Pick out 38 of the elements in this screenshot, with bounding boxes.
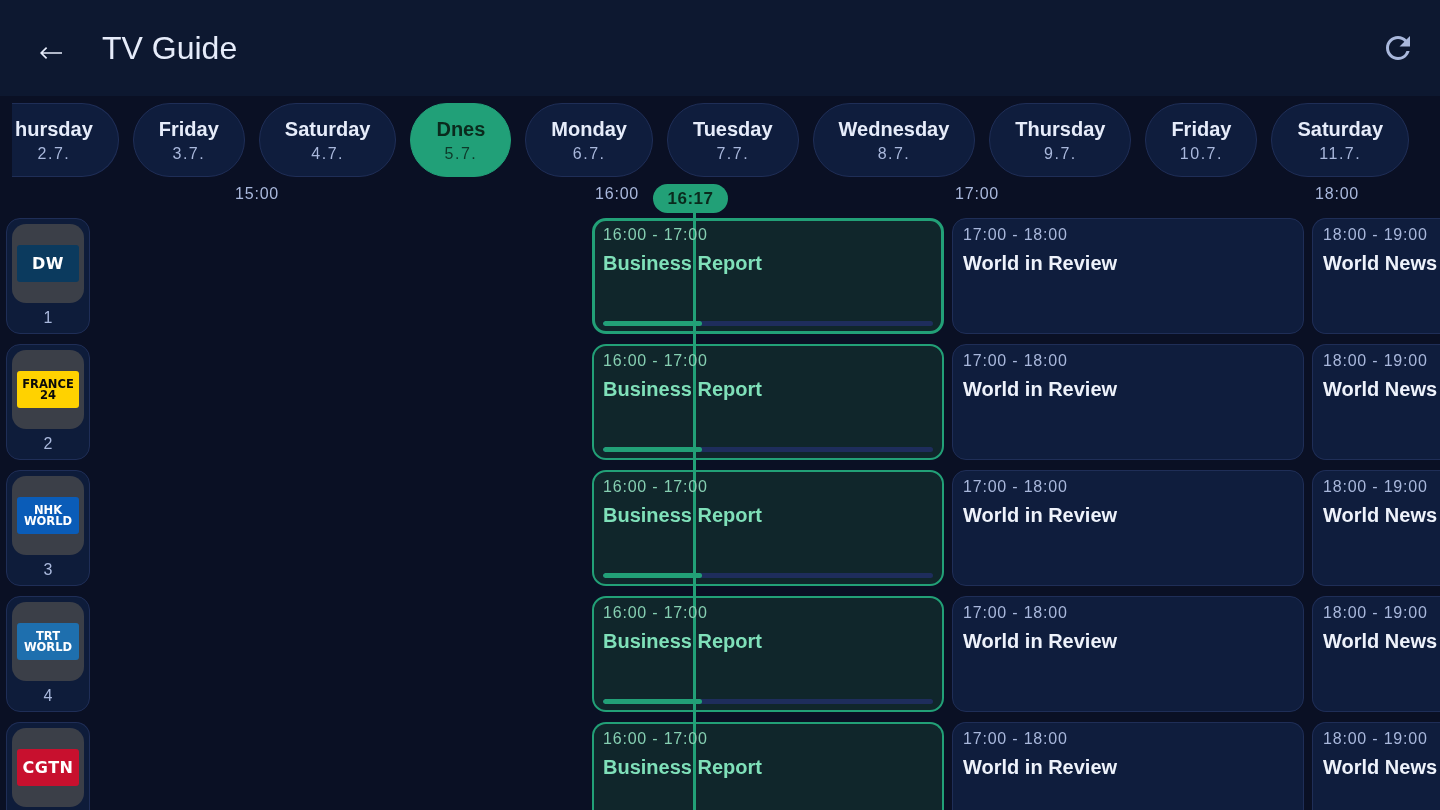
program-card[interactable]: 17:00 - 18:00 World in Review [952, 722, 1304, 810]
day-tab[interactable]: Friday 3.7. [132, 103, 245, 177]
channel-logo: DW [17, 245, 79, 282]
current-time-marker: 16:17 [653, 184, 728, 213]
day-tab[interactable]: Tuesday 7.7. [666, 103, 799, 177]
channel-logo: NHK WORLD [17, 497, 79, 534]
time-label: 17:00 [955, 184, 1000, 204]
time-label: 16:00 [595, 184, 640, 204]
program-card[interactable]: 17:00 - 18:00 World in Review [952, 596, 1304, 712]
program-card[interactable]: 18:00 - 19:00 World News [1312, 722, 1440, 810]
day-tab[interactable]: Wednesday 8.7. [812, 103, 976, 177]
day-tab[interactable]: Dnes 5.7. [410, 103, 512, 177]
page-title: TV Guide [102, 29, 239, 68]
day-tab[interactable]: Friday 10.7. [1145, 103, 1258, 177]
day-tab[interactable]: Thursday 9.7. [989, 103, 1132, 177]
program-card[interactable]: 17:00 - 18:00 World in Review [952, 344, 1304, 460]
program-card[interactable]: 18:00 - 19:00 World News [1312, 470, 1440, 586]
channel-logo: CGTN [17, 749, 79, 786]
program-card[interactable]: 18:00 - 19:00 World News [1312, 344, 1440, 460]
channel-logo: FRANCE 24 [17, 371, 79, 408]
channel-button[interactable]: NHK WORLD 3 [6, 470, 90, 586]
channel-logo: TRT WORLD [17, 623, 79, 660]
program-card[interactable]: 18:00 - 19:00 World News [1312, 218, 1440, 334]
channel-button[interactable]: FRANCE 24 2 [6, 344, 90, 460]
channel-button[interactable]: CGTN [6, 722, 90, 810]
refresh-icon [1386, 36, 1410, 60]
program-card[interactable]: 18:00 - 19:00 World News [1312, 596, 1440, 712]
arrow-left-icon [40, 47, 62, 59]
time-label: 18:00 [1315, 184, 1360, 204]
channel-button[interactable]: DW 1 [6, 218, 90, 334]
day-tab[interactable]: hursday 2.7. [12, 103, 119, 177]
program-card[interactable]: 17:00 - 18:00 World in Review [952, 218, 1304, 334]
day-tab[interactable]: Saturday 4.7. [258, 103, 397, 177]
channel-button[interactable]: TRT WORLD 4 [6, 596, 90, 712]
day-tab[interactable]: Saturday 11.7. [1271, 103, 1409, 177]
program-card[interactable]: 17:00 - 18:00 World in Review [952, 470, 1304, 586]
time-label: 15:00 [235, 184, 280, 204]
day-tab[interactable]: Monday 6.7. [525, 103, 653, 177]
